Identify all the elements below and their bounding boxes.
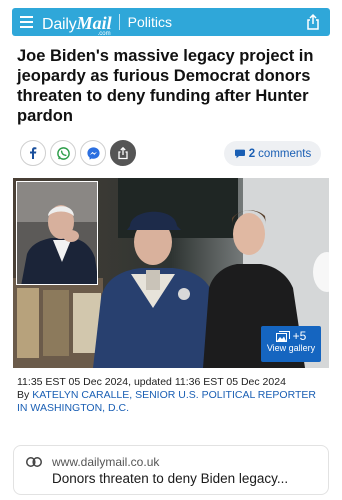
comments-button[interactable]: 2 comments	[224, 141, 321, 166]
whatsapp-button[interactable]	[50, 140, 76, 166]
facebook-button[interactable]	[20, 140, 46, 166]
image-gallery-icon	[275, 330, 290, 342]
article-headline: Joe Biden's massive legacy project in je…	[17, 47, 314, 125]
site-header: Daily Mail .com Politics	[12, 8, 330, 37]
whatsapp-icon	[56, 146, 70, 160]
site-logo[interactable]: Daily Mail .com	[42, 11, 112, 37]
hamburger-menu-icon[interactable]	[12, 8, 40, 36]
link-domain: www.dailymail.co.uk	[52, 455, 160, 469]
share-icon	[118, 146, 128, 160]
inset-photo-scene	[17, 182, 97, 284]
article-photo[interactable]: +5 View gallery	[13, 178, 329, 368]
link-icon	[26, 457, 42, 467]
share-icon[interactable]	[304, 13, 322, 31]
messenger-icon	[86, 146, 100, 160]
byline-author[interactable]: KATELYN CARALLE, SENIOR U.S. POLITICAL R…	[17, 389, 316, 414]
section-label[interactable]: Politics	[128, 14, 172, 30]
gallery-count: +5	[292, 329, 307, 343]
comment-bubble-icon	[234, 149, 245, 158]
share-buttons	[20, 140, 136, 166]
byline-prefix: By	[17, 389, 30, 401]
article-meta: 11:35 EST 05 Dec 2024, updated 11:36 EST…	[17, 376, 329, 415]
view-gallery-button[interactable]: +5 View gallery	[261, 326, 321, 362]
article-byline: By KATELYN CARALLE, SENIOR U.S. POLITICA…	[17, 389, 329, 415]
link-title: Donors threaten to deny Biden legacy...	[52, 471, 289, 486]
facebook-icon	[30, 147, 37, 159]
header-divider	[118, 14, 120, 30]
comments-count: 2	[248, 147, 256, 160]
inset-photo	[16, 181, 98, 285]
messenger-button[interactable]	[80, 140, 106, 166]
link-preview-card[interactable]: www.dailymail.co.uk Donors threaten to d…	[13, 445, 329, 495]
share-more-button[interactable]	[110, 140, 136, 166]
article-timestamp: 11:35 EST 05 Dec 2024, updated 11:36 EST…	[17, 376, 286, 388]
comments-label: comments	[258, 147, 312, 160]
gallery-label: View gallery	[266, 343, 316, 353]
